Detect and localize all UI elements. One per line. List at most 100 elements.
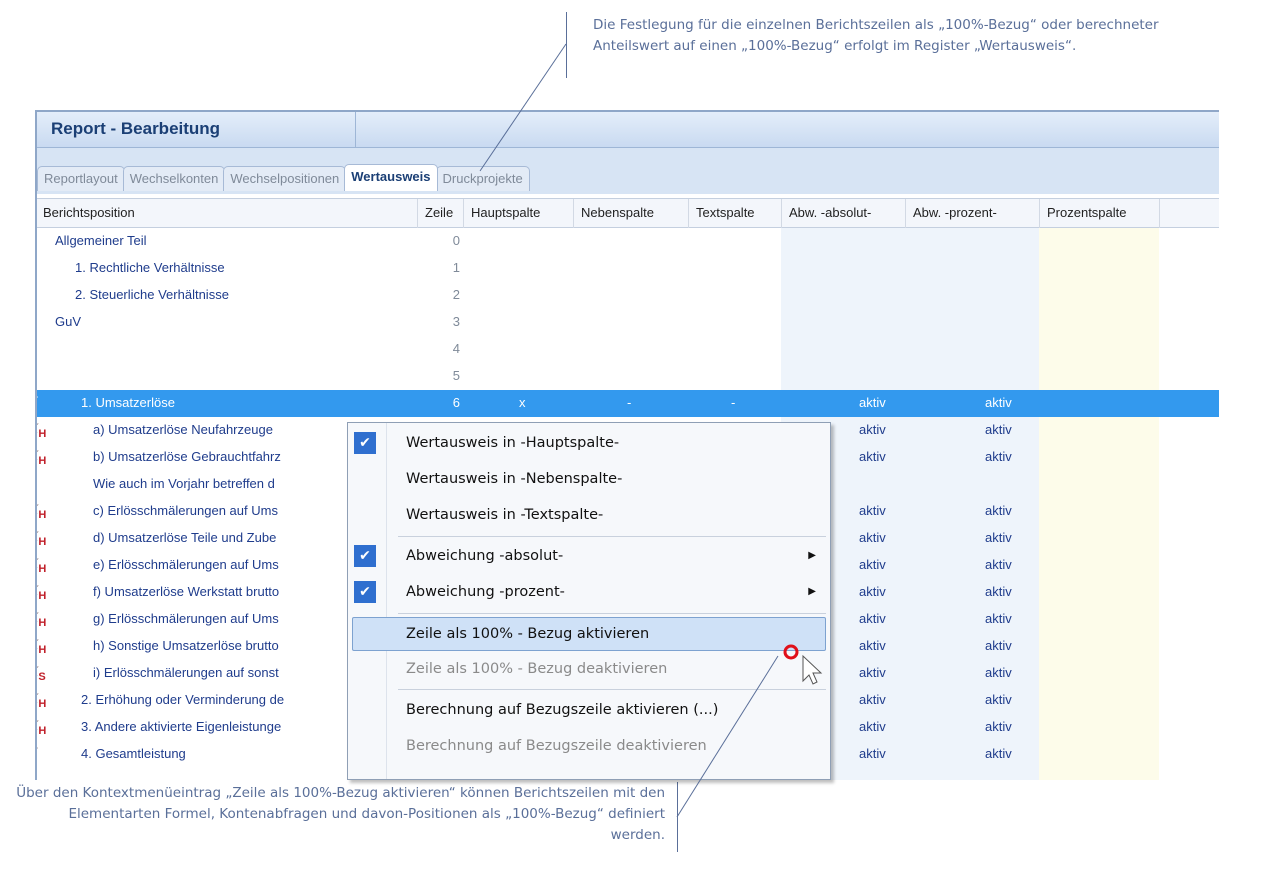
row-cell-proz: aktiv <box>985 557 1012 572</box>
menu-item-label: Zeile als 100% - Bezug deaktivieren <box>406 661 668 677</box>
col-separator <box>417 199 418 228</box>
col-separator <box>781 199 782 228</box>
menu-item-9: Berechnung auf Bezugszeile deaktivieren <box>348 730 830 764</box>
tab-strip: Reportlayout Wechselkonten Wechselposition… <box>37 164 530 191</box>
menu-item-label: Wertausweis in -Textspalte- <box>406 507 604 523</box>
row-position-label: Allgemeiner Teil <box>55 233 147 248</box>
row-icon-type: H <box>38 535 47 548</box>
row-position-label: g) Erlösschmälerungen auf Ums <box>93 611 279 626</box>
row-icon-symbol: Σ <box>37 744 38 760</box>
row-cell-abs: aktiv <box>859 449 886 464</box>
tab-reportlayout[interactable]: Reportlayout <box>37 166 125 191</box>
table-row[interactable]: 1. Rechtliche Verhältnisse 1 <box>37 255 1219 282</box>
menu-item-2[interactable]: Wertausweis in -Nebenspalte- <box>348 463 830 497</box>
row-position-label: 3. Andere aktivierte Eigenleistunge <box>81 719 282 734</box>
table-row[interactable]: Σ 1. Umsatzerlöse 6 x - - aktiv aktiv <box>37 390 1219 417</box>
row-position-label: f) Umsatzerlöse Werkstatt brutto <box>93 584 280 599</box>
menu-item-5[interactable]: ✔ Abweichung -prozent- ▶ <box>348 576 830 610</box>
row-cell-proz: aktiv <box>985 692 1012 707</box>
row-cell-abs: aktiv <box>859 665 886 680</box>
menu-item-6[interactable]: Zeile als 100% - Bezug aktivieren <box>352 617 826 651</box>
title-separator <box>355 112 356 148</box>
row-cell-abs: aktiv <box>859 746 886 761</box>
row-icon-type: S <box>38 670 46 683</box>
row-line-number: 2 <box>452 287 460 302</box>
table-row[interactable]: 4 <box>37 336 1219 363</box>
row-position-label: 2. Steuerliche Verhältnisse <box>75 287 229 302</box>
tab-druckprojekte[interactable]: Druckprojekte <box>435 166 530 191</box>
row-position-label: GuV <box>55 314 82 329</box>
row-icon-type: H <box>38 427 47 440</box>
row-position-label: c) Erlösschmälerungen auf Ums <box>93 503 278 518</box>
row-cell-abs: aktiv <box>859 422 886 437</box>
sum-formula-icon: Σ <box>37 744 51 764</box>
row-cell-abs: aktiv <box>859 503 886 518</box>
row-position-label: Wie auch im Vorjahr betreffen d <box>93 476 275 491</box>
row-cell-abs: aktiv <box>859 719 886 734</box>
row-position-label: 2. Erhöhung oder Verminderung de <box>81 692 285 707</box>
table-row[interactable]: 5 <box>37 363 1219 390</box>
row-cell-abs: aktiv <box>859 692 886 707</box>
row-icon-type: H <box>38 643 47 656</box>
col-separator <box>905 199 906 228</box>
col-separator <box>688 199 689 228</box>
account-query-icon: KH <box>37 555 51 575</box>
menu-item-8[interactable]: Berechnung auf Bezugszeile aktivieren (.… <box>348 694 830 728</box>
menu-item-label: Abweichung -absolut- <box>406 548 564 564</box>
row-icon-type: H <box>38 589 47 602</box>
row-cell-proz: aktiv <box>985 395 1012 410</box>
submenu-arrow-icon: ▶ <box>808 550 816 561</box>
menu-item-4[interactable]: ✔ Abweichung -absolut- ▶ <box>348 540 830 574</box>
row-cell-text: - <box>731 395 736 410</box>
title-bar: Report - Bearbeitung <box>37 110 1219 148</box>
menu-item-1[interactable]: ✔ Wertausweis in -Hauptspalte- <box>348 427 830 461</box>
sum-formula-icon: Σ <box>37 393 51 413</box>
row-cell-abs: aktiv <box>859 638 886 653</box>
row-line-number: 0 <box>452 233 460 248</box>
col-nebenspalte[interactable]: Nebenspalte <box>581 205 654 220</box>
col-abw-prozent[interactable]: Abw. -prozent- <box>913 205 997 220</box>
row-line-number: 3 <box>452 314 460 329</box>
col-prozentspalte[interactable]: Prozentspalte <box>1047 205 1127 220</box>
table-row[interactable]: 2. Steuerliche Verhältnisse 2 <box>37 282 1219 309</box>
col-zeile[interactable]: Zeile <box>425 205 453 220</box>
col-separator <box>573 199 574 228</box>
account-query-icon: KH <box>37 501 51 521</box>
row-icon-type: H <box>38 697 47 710</box>
menu-item-3[interactable]: Wertausweis in -Textspalte- <box>348 499 830 533</box>
callout-bottom: Über den Kontextmenüeintrag „Zeile als 1… <box>16 785 665 843</box>
row-position-label: 4. Gesamtleistung <box>81 746 186 761</box>
row-cell-proz: aktiv <box>985 665 1012 680</box>
tab-wechselpositionen[interactable]: Wechselpositionen <box>223 166 347 191</box>
checkmark-icon: ✔ <box>354 545 376 567</box>
col-abw-absolut[interactable]: Abw. -absolut- <box>789 205 871 220</box>
col-separator <box>463 199 464 228</box>
row-icon-type: H <box>38 508 47 521</box>
table-header: Berichtsposition Zeile Hauptspalte Neben… <box>37 198 1219 228</box>
row-position-label: 1. Umsatzerlöse <box>81 395 175 410</box>
account-query-icon: KH <box>37 690 51 710</box>
row-cell-proz: aktiv <box>985 449 1012 464</box>
account-query-icon: KH <box>37 447 51 467</box>
menu-item-label: Wertausweis in -Hauptspalte- <box>406 435 620 451</box>
row-cell-proz: aktiv <box>985 638 1012 653</box>
account-query-icon: KH <box>37 420 51 440</box>
row-cell-abs: aktiv <box>859 557 886 572</box>
account-query-icon: KH <box>37 636 51 656</box>
submenu-arrow-icon: ▶ <box>808 586 816 597</box>
row-line-number: 5 <box>452 368 460 383</box>
row-cell-abs: aktiv <box>859 395 886 410</box>
row-icon-symbol: Σ <box>37 393 38 409</box>
col-textspalte[interactable]: Textspalte <box>696 205 755 220</box>
table-row[interactable]: Allgemeiner Teil 0 <box>37 228 1219 255</box>
row-line-number: 6 <box>452 395 460 410</box>
table-row[interactable]: GuV 3 <box>37 309 1219 336</box>
row-line-number: 1 <box>452 260 460 275</box>
col-berichtsposition[interactable]: Berichtsposition <box>43 205 135 220</box>
account-query-icon: KH <box>37 609 51 629</box>
tab-wertausweis[interactable]: Wertausweis <box>344 164 438 191</box>
tab-wechselkonten[interactable]: Wechselkonten <box>122 166 226 191</box>
col-hauptspalte[interactable]: Hauptspalte <box>471 205 540 220</box>
menu-item-label: Abweichung -prozent- <box>406 584 565 600</box>
row-position-label: b) Umsatzerlöse Gebrauchtfahrz <box>93 449 281 464</box>
